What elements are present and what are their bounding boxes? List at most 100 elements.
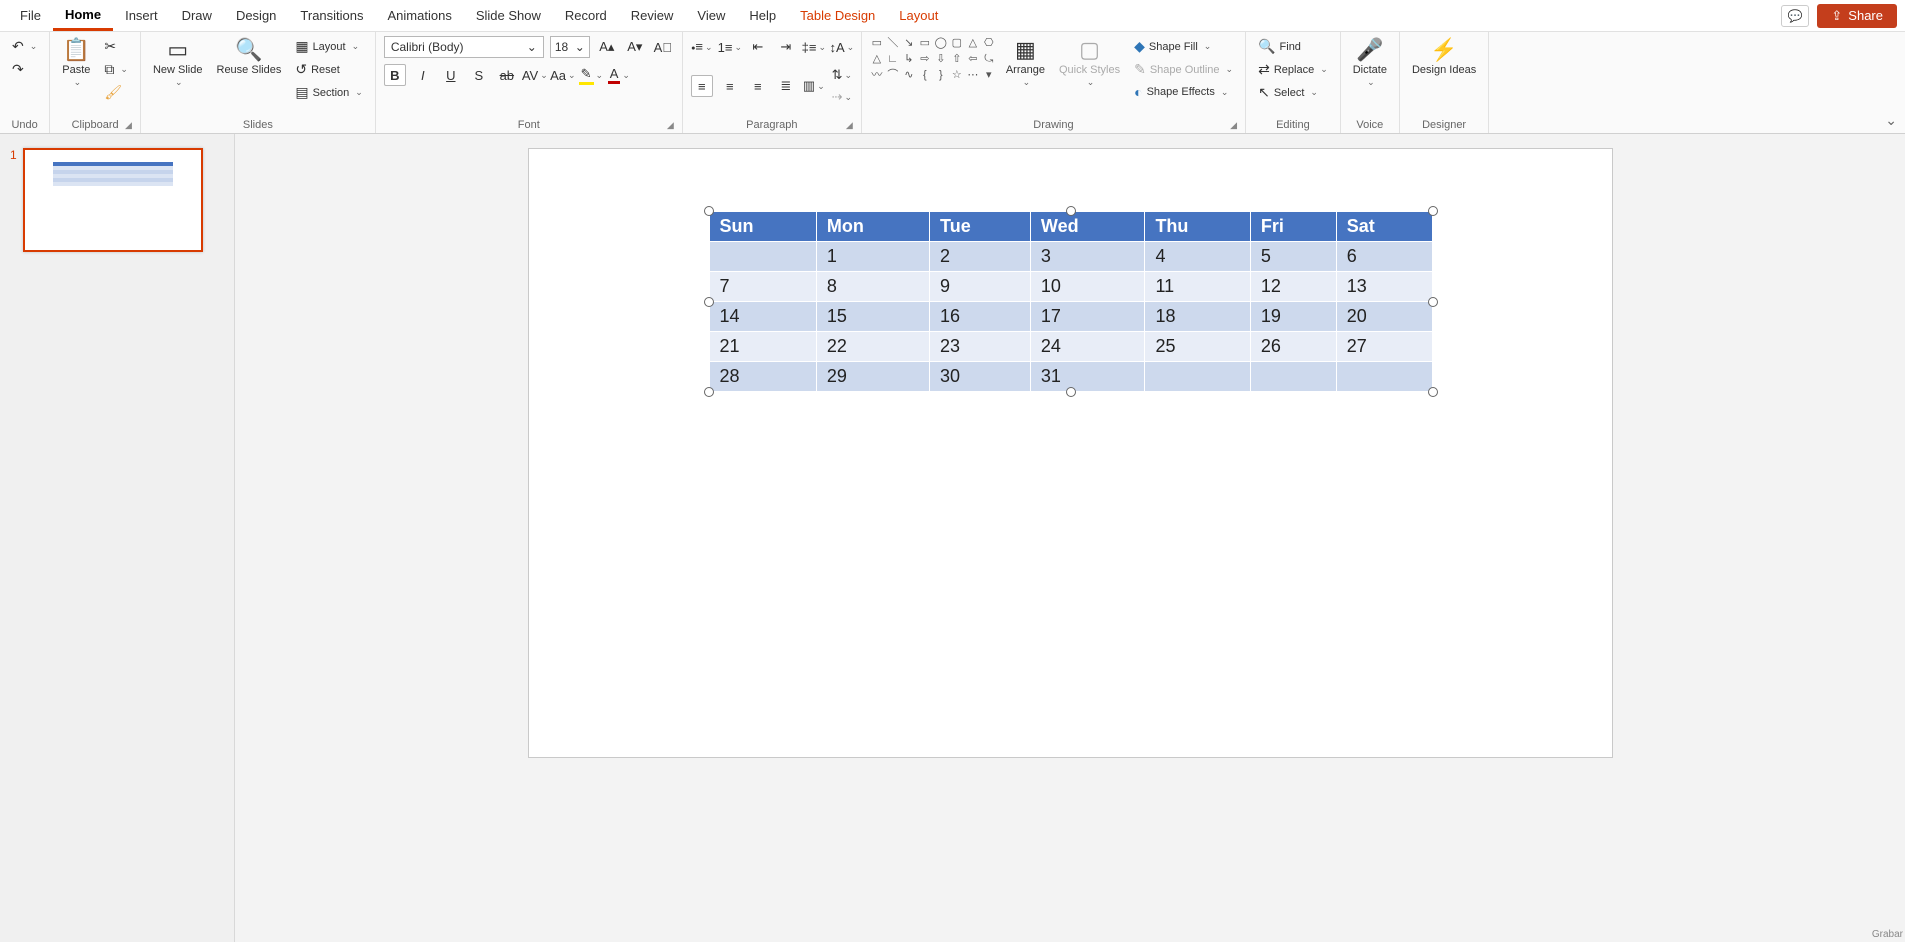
table-cell[interactable]: 1	[816, 242, 929, 272]
table-cell[interactable]	[1250, 362, 1336, 392]
table-cell[interactable]: 26	[1250, 332, 1336, 362]
table-selection[interactable]: Sun Mon Tue Wed Thu Fri Sat 123456789101…	[709, 211, 1433, 392]
table-cell[interactable]: 30	[930, 362, 1031, 392]
table-cell[interactable]: 27	[1336, 332, 1432, 362]
design-ideas-button[interactable]: ⚡Design Ideas	[1408, 36, 1480, 78]
char-spacing-button[interactable]: AV	[524, 64, 546, 86]
handle-bl[interactable]	[704, 387, 714, 397]
cal-head[interactable]: Sun	[709, 212, 816, 242]
font-color-button[interactable]: A	[608, 64, 630, 86]
table-row[interactable]: 21222324252627	[709, 332, 1432, 362]
justify-button[interactable]: ≣	[775, 75, 797, 97]
reuse-slides-button[interactable]: 🔍Reuse Slides	[213, 36, 286, 78]
columns-button[interactable]: ▥	[803, 75, 825, 97]
cal-head[interactable]: Thu	[1145, 212, 1250, 242]
change-case-button[interactable]: Aa	[552, 64, 574, 86]
cal-head[interactable]: Tue	[930, 212, 1031, 242]
table-cell[interactable]: 5	[1250, 242, 1336, 272]
table-cell[interactable]: 28	[709, 362, 816, 392]
align-left-button[interactable]: ≡	[691, 75, 713, 97]
cal-head[interactable]: Sat	[1336, 212, 1432, 242]
tab-file[interactable]: File	[8, 2, 53, 29]
replace-button[interactable]: ⇄Replace	[1254, 59, 1332, 80]
text-direction-button[interactable]: ↕A	[831, 36, 853, 58]
handle-bm[interactable]	[1066, 387, 1076, 397]
font-launcher[interactable]: ◢	[667, 120, 674, 131]
table-cell[interactable]: 29	[816, 362, 929, 392]
decrease-font-button[interactable]: A▾	[624, 36, 646, 58]
section-button[interactable]: ▤Section	[291, 82, 366, 103]
table-cell[interactable]: 14	[709, 302, 816, 332]
copy-button[interactable]: ⧉	[100, 59, 132, 80]
table-cell[interactable]: 2	[930, 242, 1031, 272]
tab-review[interactable]: Review	[619, 2, 686, 29]
bullets-button[interactable]: 🞄≡	[691, 36, 713, 58]
table-cell[interactable]: 4	[1145, 242, 1250, 272]
table-cell[interactable]: 3	[1030, 242, 1145, 272]
tab-draw[interactable]: Draw	[170, 2, 224, 29]
slide-thumbnail-1[interactable]	[23, 148, 203, 252]
tab-view[interactable]: View	[685, 2, 737, 29]
highlight-button[interactable]: ✎	[580, 64, 602, 86]
shadow-button[interactable]: S	[468, 64, 490, 86]
italic-button[interactable]: I	[412, 64, 434, 86]
collapse-ribbon-button[interactable]: ⌄	[1885, 112, 1897, 129]
slide[interactable]: Sun Mon Tue Wed Thu Fri Sat 123456789101…	[528, 148, 1613, 758]
handle-mr[interactable]	[1428, 297, 1438, 307]
arrange-button[interactable]: ▦Arrange	[1002, 36, 1049, 90]
cut-button[interactable]: ✂	[100, 36, 132, 57]
cal-head[interactable]: Wed	[1030, 212, 1145, 242]
select-button[interactable]: ↖Select	[1254, 82, 1322, 103]
handle-tl[interactable]	[704, 206, 714, 216]
numbering-button[interactable]: 1≡	[719, 36, 741, 58]
table-cell[interactable]: 23	[930, 332, 1031, 362]
tab-transitions[interactable]: Transitions	[288, 2, 375, 29]
tab-home[interactable]: Home	[53, 1, 113, 31]
table-cell[interactable]: 9	[930, 272, 1031, 302]
line-spacing-button[interactable]: ‡≡	[803, 36, 825, 58]
table-cell[interactable]: 20	[1336, 302, 1432, 332]
drawing-launcher[interactable]: ◢	[1230, 120, 1237, 131]
table-row[interactable]: 78910111213	[709, 272, 1432, 302]
tab-slideshow[interactable]: Slide Show	[464, 2, 553, 29]
table-cell[interactable]: 15	[816, 302, 929, 332]
dictate-button[interactable]: 🎤Dictate	[1349, 36, 1391, 90]
reset-button[interactable]: ↺Reset	[291, 59, 366, 80]
table-cell[interactable]	[1145, 362, 1250, 392]
handle-tr[interactable]	[1428, 206, 1438, 216]
table-cell[interactable]: 22	[816, 332, 929, 362]
table-cell[interactable]: 19	[1250, 302, 1336, 332]
increase-indent-button[interactable]: ⇥	[775, 36, 797, 58]
tab-design[interactable]: Design	[224, 2, 288, 29]
table-cell[interactable]: 7	[709, 272, 816, 302]
handle-br[interactable]	[1428, 387, 1438, 397]
table-row[interactable]: 14151617181920	[709, 302, 1432, 332]
table-cell[interactable]: 31	[1030, 362, 1145, 392]
table-cell[interactable]: 8	[816, 272, 929, 302]
clipboard-launcher[interactable]: ◢	[125, 120, 132, 131]
table-cell[interactable]: 18	[1145, 302, 1250, 332]
strike-button[interactable]: ab	[496, 64, 518, 86]
tab-animations[interactable]: Animations	[376, 2, 464, 29]
align-text-button[interactable]: ⇅	[831, 64, 853, 86]
table-cell[interactable]: 21	[709, 332, 816, 362]
font-size-select[interactable]: 18⌄	[550, 36, 590, 58]
format-painter-button[interactable]: 🖌	[100, 82, 132, 103]
table-cell[interactable]: 17	[1030, 302, 1145, 332]
tab-tabledesign[interactable]: Table Design	[788, 2, 887, 29]
undo-button[interactable]: ↶	[8, 36, 41, 57]
shape-fill-button[interactable]: ◆Shape Fill	[1130, 36, 1237, 57]
table-cell[interactable]	[1336, 362, 1432, 392]
paste-button[interactable]: 📋Paste	[58, 36, 94, 90]
table-cell[interactable]: 13	[1336, 272, 1432, 302]
tab-record[interactable]: Record	[553, 2, 619, 29]
table-cell[interactable]: 6	[1336, 242, 1432, 272]
align-center-button[interactable]: ≡	[719, 75, 741, 97]
redo-button[interactable]: ↷	[8, 59, 28, 80]
find-button[interactable]: 🔍Find	[1254, 36, 1305, 57]
shape-effects-button[interactable]: ◐Shape Effects	[1130, 82, 1237, 102]
table-cell[interactable]: 12	[1250, 272, 1336, 302]
share-button[interactable]: ⇪Share	[1817, 4, 1897, 28]
decrease-indent-button[interactable]: ⇤	[747, 36, 769, 58]
calendar-table[interactable]: Sun Mon Tue Wed Thu Fri Sat 123456789101…	[709, 211, 1433, 392]
